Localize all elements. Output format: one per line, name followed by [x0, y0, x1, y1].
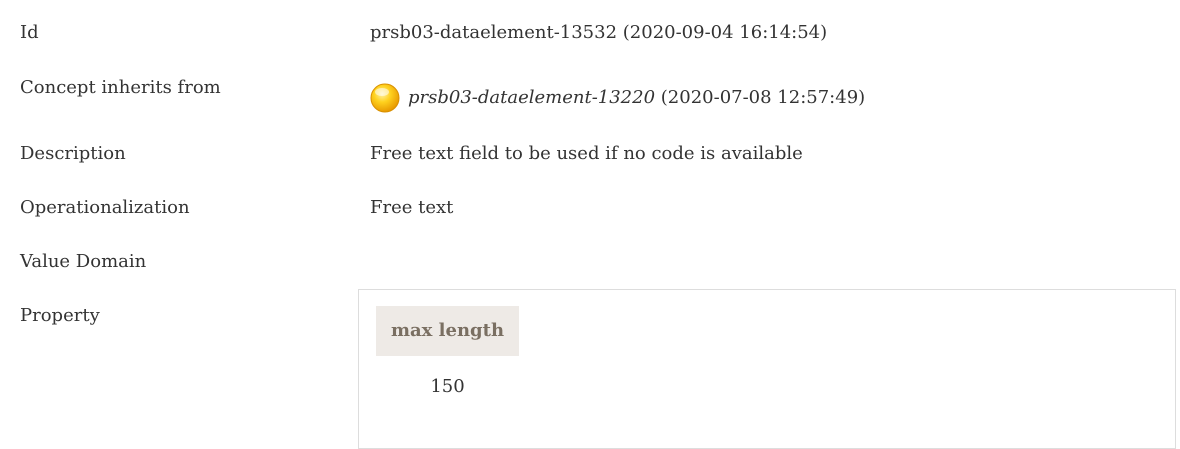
concept-date: (2020-07-08 12:57:49) — [660, 87, 866, 108]
concept-inherits-row: Concept inherits from prsb03-dataelement… — [20, 73, 1180, 113]
value-domain-row: Value Domain — [20, 247, 1180, 277]
property-label: Property — [20, 305, 100, 326]
yellow-circle-icon — [370, 83, 400, 113]
operationalization-row: Operationalization Free text — [20, 193, 1180, 223]
id-row: Id prsb03-dataelement-13532 (2020-09-04 … — [20, 18, 1180, 48]
description-value: Free text field to be used if no code is… — [370, 143, 803, 164]
description-label: Description — [20, 143, 126, 164]
operationalization-value: Free text — [370, 197, 454, 218]
concept-inherits-label: Concept inherits from — [20, 77, 221, 98]
concept-inherits-value: prsb03-dataelement-13220 (2020-07-08 12:… — [370, 83, 865, 113]
id-label: Id — [20, 22, 39, 43]
description-row: Description Free text field to be used i… — [20, 139, 1180, 169]
operationalization-label: Operationalization — [20, 197, 190, 218]
max-length-header: max length — [376, 306, 519, 356]
id-value: prsb03-dataelement-13532 (2020-09-04 16:… — [370, 22, 828, 43]
property-table: max length 150 — [358, 289, 1176, 449]
max-length-value: 150 — [430, 376, 465, 397]
concept-id-link[interactable]: prsb03-dataelement-13220 — [408, 87, 655, 108]
value-domain-label: Value Domain — [20, 251, 147, 272]
